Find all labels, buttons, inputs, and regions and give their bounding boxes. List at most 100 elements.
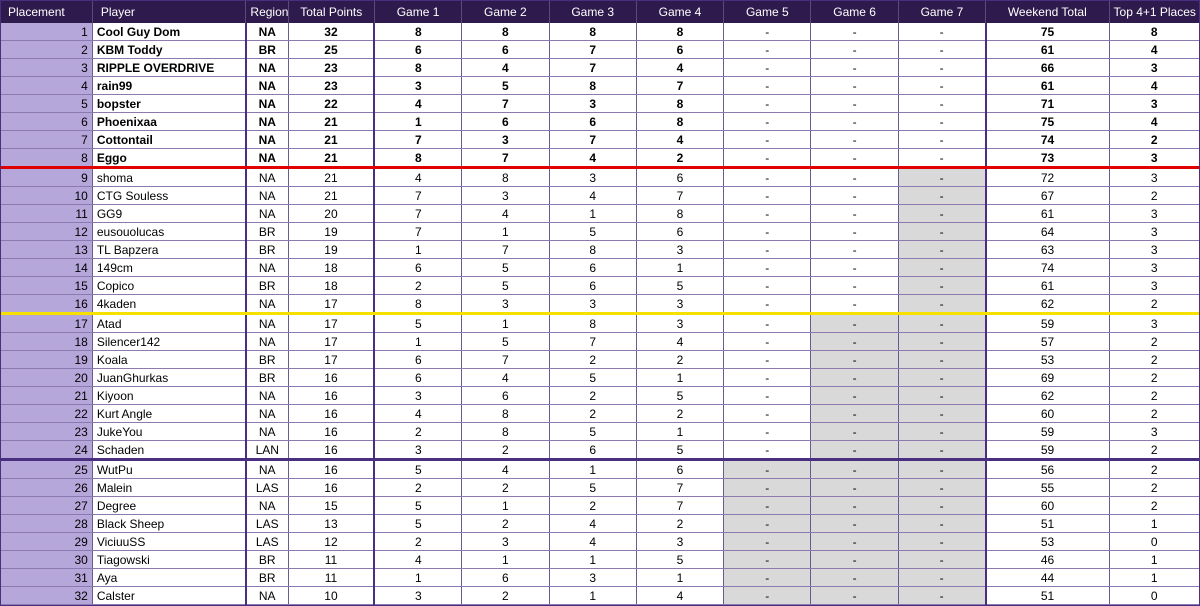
game-2-cell[interactable]: 5 [461,76,550,95]
header-game-2[interactable]: Game 2 [461,0,550,23]
game-3-cell[interactable]: 5 [549,422,637,441]
game-1-cell[interactable]: 8 [374,148,463,169]
weekend-total-cell[interactable]: 59 [985,422,1110,441]
game-5-cell[interactable]: - [723,167,812,187]
placement-cell[interactable]: 31 [0,568,93,587]
region-cell[interactable]: NA [245,294,289,315]
top-places-cell[interactable]: 0 [1109,532,1200,551]
game-6-cell[interactable]: - [810,586,899,605]
weekend-total-cell[interactable]: 53 [985,350,1110,369]
weekend-total-cell[interactable]: 55 [985,478,1110,497]
region-cell[interactable]: NA [245,459,289,479]
weekend-total-cell[interactable]: 75 [985,23,1110,41]
player-cell[interactable]: Schaden [92,440,247,461]
total-points-cell[interactable]: 12 [288,532,376,551]
total-points-cell[interactable]: 25 [288,40,376,59]
game-5-cell[interactable]: - [723,586,812,605]
game-5-cell[interactable]: - [723,40,812,59]
player-cell[interactable]: Atad [92,313,247,333]
header-weekend-total[interactable]: Weekend Total [985,0,1110,23]
region-cell[interactable]: NA [245,258,289,277]
player-cell[interactable]: Tiagowski [92,550,247,569]
placement-cell[interactable]: 4 [0,76,93,95]
header-game-4[interactable]: Game 4 [636,0,725,23]
top-places-cell[interactable]: 3 [1109,240,1200,259]
total-points-cell[interactable]: 11 [288,568,376,587]
header-total-points[interactable]: Total Points [288,0,375,23]
game-3-cell[interactable]: 4 [549,186,637,205]
game-7-cell[interactable]: - [898,350,987,369]
game-1-cell[interactable]: 1 [374,568,463,587]
game-5-cell[interactable]: - [723,496,812,515]
game-3-cell[interactable]: 1 [549,586,637,605]
game-2-cell[interactable]: 4 [461,459,550,479]
game-3-cell[interactable]: 7 [549,130,637,149]
total-points-cell[interactable]: 17 [288,294,376,315]
weekend-total-cell[interactable]: 66 [985,58,1110,77]
region-cell[interactable]: NA [245,76,289,95]
game-5-cell[interactable]: - [723,240,812,259]
top-places-cell[interactable]: 3 [1109,204,1200,223]
player-cell[interactable]: KBM Toddy [92,40,247,59]
game-6-cell[interactable]: - [810,76,899,95]
game-4-cell[interactable]: 4 [636,58,725,77]
game-3-cell[interactable]: 5 [549,222,637,241]
game-3-cell[interactable]: 2 [549,386,637,405]
game-3-cell[interactable]: 3 [549,94,637,113]
region-cell[interactable]: BR [245,568,289,587]
game-3-cell[interactable]: 3 [549,294,637,315]
game-5-cell[interactable]: - [723,459,812,479]
game-5-cell[interactable]: - [723,514,812,533]
placement-cell[interactable]: 13 [0,240,93,259]
top-places-cell[interactable]: 3 [1109,276,1200,295]
weekend-total-cell[interactable]: 67 [985,186,1110,205]
header-top-places[interactable]: Top 4+1 Places [1109,0,1200,23]
game-2-cell[interactable]: 6 [461,40,550,59]
region-cell[interactable]: NA [245,496,289,515]
game-4-cell[interactable]: 5 [636,550,725,569]
game-1-cell[interactable]: 8 [374,23,463,41]
region-cell[interactable]: NA [245,386,289,405]
weekend-total-cell[interactable]: 64 [985,222,1110,241]
placement-cell[interactable]: 16 [0,294,93,315]
game-4-cell[interactable]: 2 [636,350,725,369]
game-2-cell[interactable]: 2 [461,478,550,497]
player-cell[interactable]: Malein [92,478,247,497]
player-cell[interactable]: Silencer142 [92,332,247,351]
game-7-cell[interactable]: - [898,568,987,587]
game-2-cell[interactable]: 5 [461,258,550,277]
header-region[interactable]: Region [245,0,289,23]
game-7-cell[interactable]: - [898,94,987,113]
game-2-cell[interactable]: 7 [461,240,550,259]
total-points-cell[interactable]: 21 [288,167,376,187]
player-cell[interactable]: Phoenixaa [92,112,247,131]
game-4-cell[interactable]: 3 [636,294,725,315]
top-places-cell[interactable]: 3 [1109,94,1200,113]
game-7-cell[interactable]: - [898,586,987,605]
total-points-cell[interactable]: 10 [288,586,376,605]
game-5-cell[interactable]: - [723,94,812,113]
game-3-cell[interactable]: 6 [549,112,637,131]
placement-cell[interactable]: 14 [0,258,93,277]
total-points-cell[interactable]: 21 [288,130,376,149]
game-7-cell[interactable]: - [898,258,987,277]
player-cell[interactable]: Calster [92,586,247,605]
game-7-cell[interactable]: - [898,240,987,259]
region-cell[interactable]: LAS [245,514,289,533]
game-4-cell[interactable]: 4 [636,586,725,605]
game-3-cell[interactable]: 8 [549,240,637,259]
game-3-cell[interactable]: 5 [549,478,637,497]
game-5-cell[interactable]: - [723,368,812,387]
weekend-total-cell[interactable]: 60 [985,496,1110,515]
weekend-total-cell[interactable]: 60 [985,404,1110,423]
game-7-cell[interactable]: - [898,23,987,41]
game-1-cell[interactable]: 3 [374,440,463,461]
game-5-cell[interactable]: - [723,294,812,315]
total-points-cell[interactable]: 11 [288,550,376,569]
region-cell[interactable]: NA [245,112,289,131]
weekend-total-cell[interactable]: 59 [985,440,1110,461]
game-2-cell[interactable]: 4 [461,204,550,223]
game-6-cell[interactable]: - [810,532,899,551]
game-7-cell[interactable]: - [898,313,987,333]
game-7-cell[interactable]: - [898,368,987,387]
